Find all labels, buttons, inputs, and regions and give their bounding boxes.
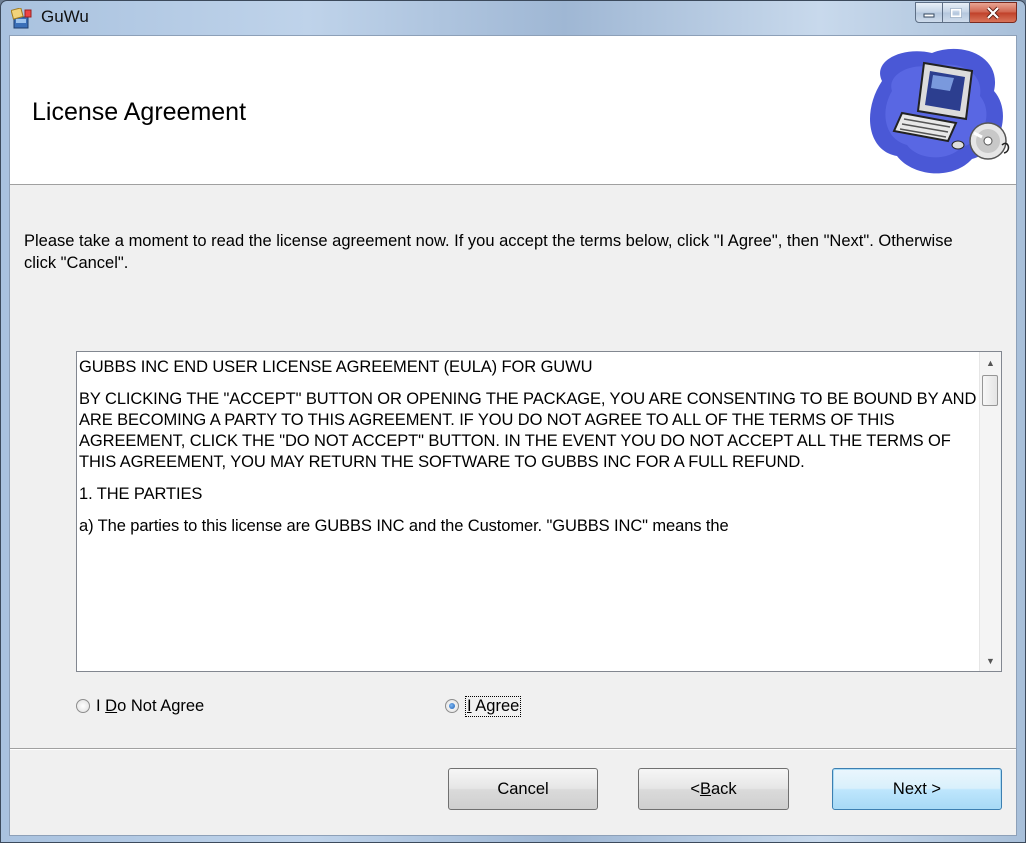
license-paragraph: BY CLICKING THE "ACCEPT" BUTTON OR OPENI… — [79, 390, 977, 471]
mnemonic-letter: B — [699, 779, 711, 798]
radio-label-agree: I Agree — [465, 695, 522, 717]
mnemonic-letter: D — [105, 696, 118, 715]
cancel-button[interactable]: Cancel — [448, 768, 598, 810]
label-part: ack — [710, 779, 737, 798]
maximize-icon — [950, 7, 962, 18]
window-title: GuWu — [41, 7, 89, 26]
installer-window: GuWu License Agreement Please take a mom… — [0, 0, 1026, 843]
vertical-scrollbar[interactable]: ▲ ▼ — [979, 352, 1001, 671]
maximize-button[interactable] — [943, 2, 970, 23]
label-part: Agree — [471, 696, 520, 715]
next-button[interactable]: Next > — [832, 768, 1002, 810]
minimize-button[interactable] — [915, 2, 943, 23]
instructions-text: Please take a moment to read the license… — [24, 232, 953, 272]
radio-do-not-agree[interactable]: I Do Not Agree — [76, 693, 204, 719]
license-text[interactable]: GUBBS INC END USER LICENSE AGREEMENT (EU… — [79, 357, 979, 548]
scrollbar-thumb[interactable] — [982, 375, 998, 406]
radio-button-unselected[interactable] — [76, 699, 90, 713]
license-paragraph: a) The parties to this license are GUBBS… — [79, 517, 729, 535]
close-icon — [986, 6, 1000, 19]
license-heading: GUBBS INC END USER LICENSE AGREEMENT (EU… — [79, 358, 593, 376]
page-title: License Agreement — [32, 98, 247, 126]
scroll-up-arrow-icon[interactable]: ▲ — [980, 352, 1001, 373]
caption-buttons — [915, 2, 1017, 24]
minimize-icon — [923, 13, 935, 17]
close-button[interactable] — [970, 2, 1017, 23]
label-part: o Not Agree — [117, 696, 205, 715]
radio-label-do-not-agree: I Do Not Agree — [96, 697, 204, 716]
license-text-box[interactable]: GUBBS INC END USER LICENSE AGREEMENT (EU… — [76, 351, 1002, 672]
computer-setup-icon — [862, 41, 1012, 182]
back-button[interactable]: < Back — [638, 768, 789, 810]
scroll-down-arrow-icon[interactable]: ▼ — [980, 650, 1001, 671]
radio-button-selected[interactable] — [445, 699, 459, 713]
installer-icon — [10, 7, 33, 30]
label-part: < — [690, 779, 700, 798]
dialog-client-area: License Agreement Please take a moment t… — [9, 35, 1017, 836]
title-bar[interactable]: GuWu — [1, 1, 1025, 35]
header-banner: License Agreement — [10, 36, 1016, 185]
license-section-title: 1. THE PARTIES — [79, 485, 203, 503]
footer-divider — [10, 748, 1016, 750]
radio-agree[interactable]: I Agree — [445, 693, 522, 719]
label-part: I — [96, 696, 106, 715]
